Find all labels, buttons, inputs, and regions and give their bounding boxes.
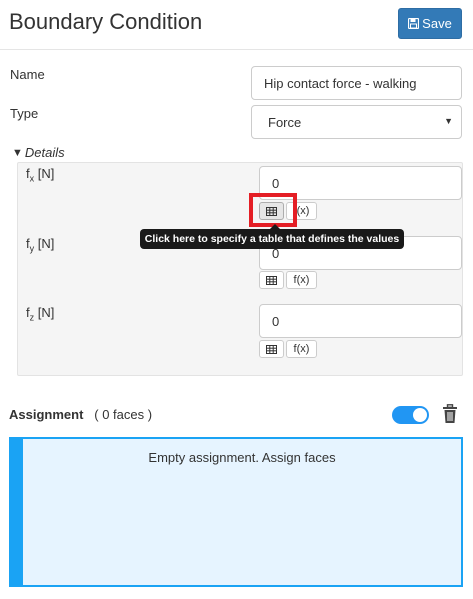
assignment-count: ( 0 faces ) [94,407,153,422]
name-input[interactable]: Hip contact force - walking [251,66,462,100]
assignment-toggle[interactable] [392,406,429,424]
save-button-label: Save [422,16,452,31]
save-button[interactable]: Save [398,8,462,39]
caret-down-icon: ▼ [12,146,23,159]
fx-function-button[interactable]: f(x) [286,202,317,220]
assignment-label: Assignment [9,407,84,422]
assignment-area[interactable]: Empty assignment. Assign faces [9,437,463,587]
fy-label: fy [N] [26,236,55,254]
page-title: Boundary Condition [9,9,203,34]
details-header-label: Details [24,145,65,160]
type-select[interactable]: Force ▼ [251,105,462,139]
tooltip: Click here to specify a table that defin… [140,224,404,249]
floppy-disk-icon [408,18,420,29]
fx-label: fx [N] [26,166,55,184]
fz-label: fz [N] [26,305,55,323]
trash-icon[interactable] [442,404,458,424]
fy-function-button[interactable]: f(x) [286,271,317,289]
table-icon [266,275,277,285]
header: Boundary Condition Save [0,0,473,50]
type-label: Type [10,106,39,121]
table-icon [266,344,277,354]
toggle-knob [413,408,427,422]
fz-function-button[interactable]: f(x) [286,340,317,358]
name-label: Name [10,67,45,82]
fx-table-button[interactable] [259,202,284,220]
fx-input[interactable]: 0 [259,166,462,200]
details-toggle[interactable]: ▼ Details [12,145,65,160]
assignment-empty-text: Empty assignment. Assign faces [148,450,336,465]
caret-down-icon: ▼ [444,116,453,126]
fz-table-button[interactable] [259,340,284,358]
type-select-value: Force [268,114,302,130]
fy-table-button[interactable] [259,271,284,289]
fz-input[interactable]: 0 [259,304,462,338]
table-icon [266,206,277,216]
assignment-header: Assignment ( 0 faces ) [9,407,152,422]
